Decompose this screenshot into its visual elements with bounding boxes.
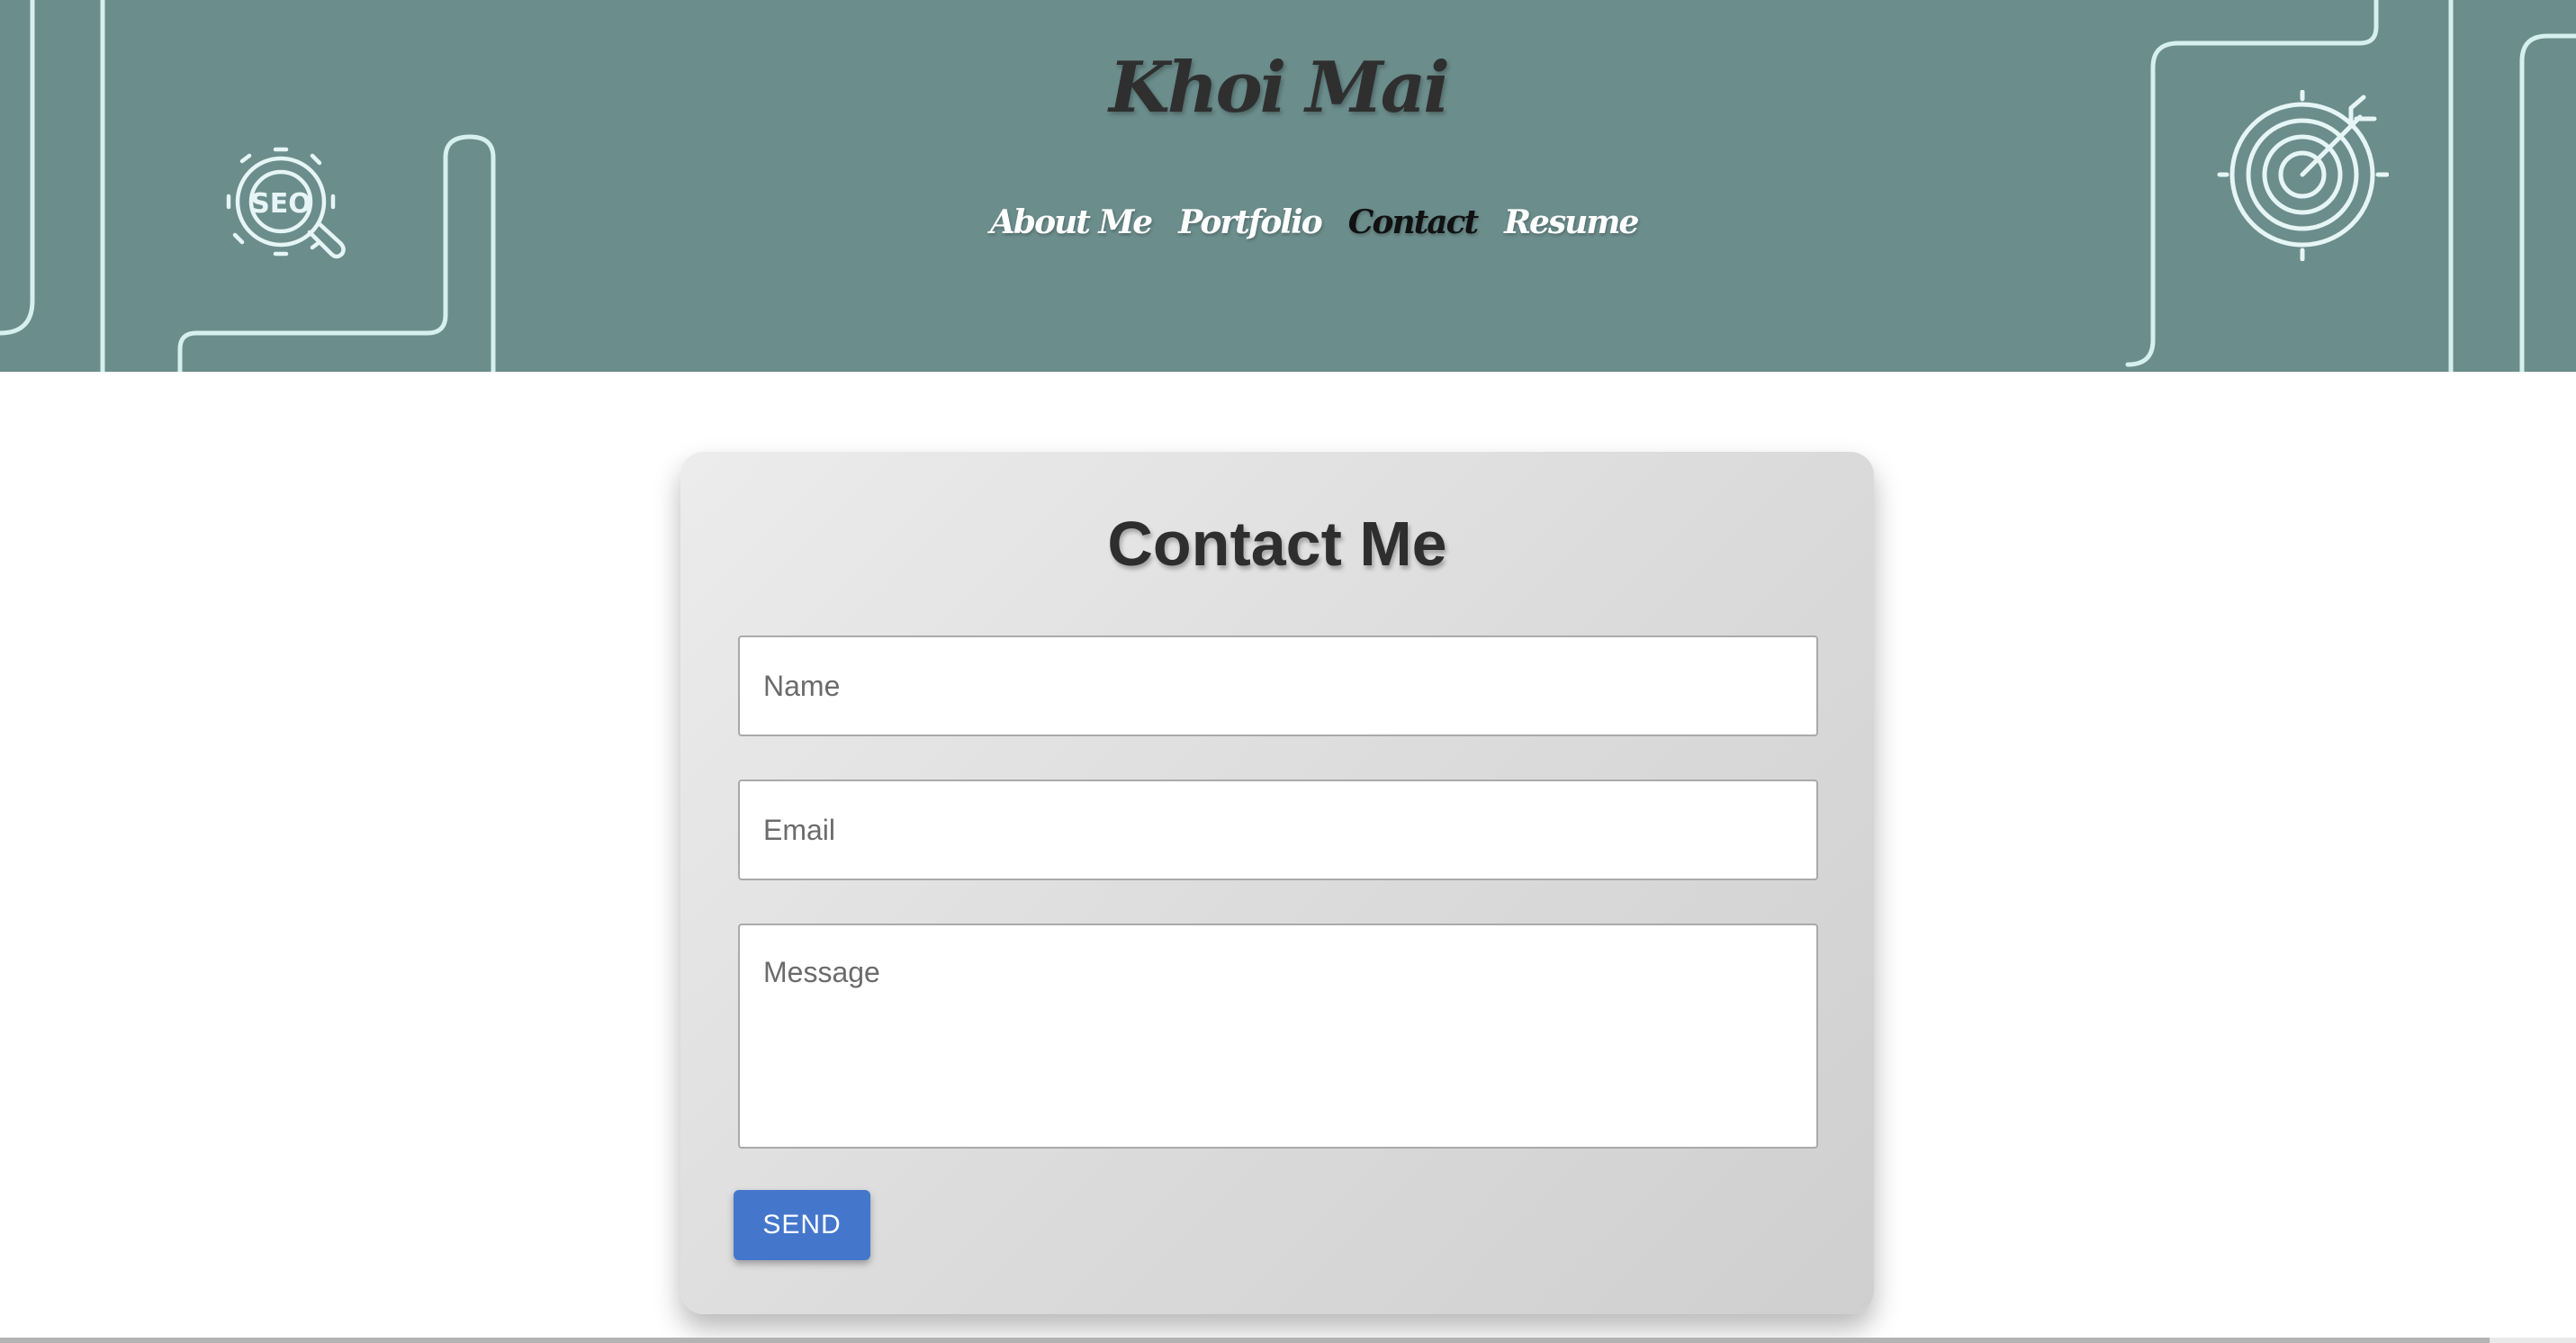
- seo-gear-icon: SEO: [226, 147, 346, 259]
- site-title: Khoi Mai: [1109, 47, 1450, 129]
- main-nav: About Me Portfolio Contact Resume: [990, 203, 1639, 241]
- name-field[interactable]: [738, 635, 1818, 736]
- contact-form-card: Contact Me SEND: [680, 452, 1874, 1314]
- email-field[interactable]: [738, 780, 1818, 880]
- nav-item-about-me[interactable]: About Me: [990, 203, 1153, 241]
- send-button[interactable]: SEND: [734, 1190, 870, 1260]
- target-icon: [2217, 90, 2389, 261]
- contact-title: Contact Me: [1107, 509, 1447, 579]
- site-header: SEO Khoi Mai About Me Portfolio Contact …: [0, 0, 2576, 372]
- svg-text:SEO: SEO: [250, 188, 311, 220]
- horizontal-scrollbar[interactable]: [0, 1338, 2576, 1343]
- nav-item-contact[interactable]: Contact: [1348, 203, 1479, 241]
- nav-item-portfolio[interactable]: Portfolio: [1178, 203, 1323, 241]
- scrollbar-thumb[interactable]: [0, 1338, 2490, 1343]
- message-field[interactable]: [738, 924, 1818, 1149]
- nav-item-resume[interactable]: Resume: [1504, 203, 1639, 241]
